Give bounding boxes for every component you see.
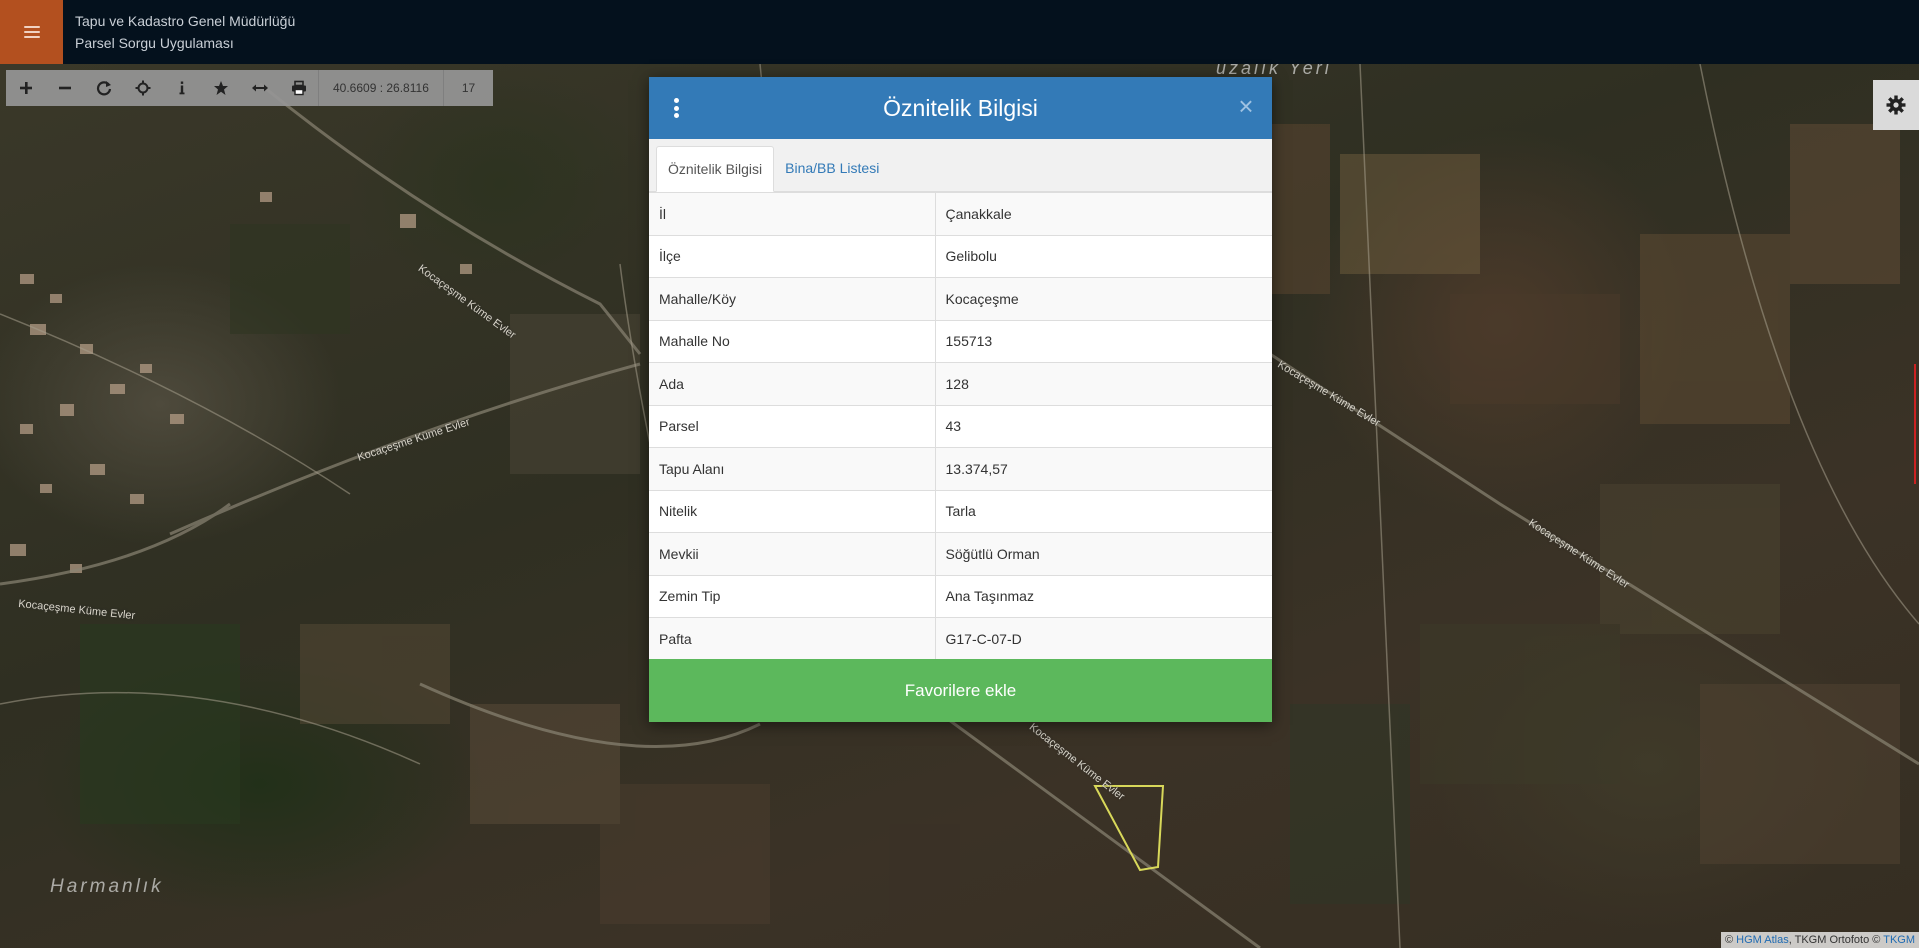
app-header: Tapu ve Kadastro Genel Müdürlüğü Parsel … [0, 0, 1919, 64]
attribute-value: Kocaçeşme [935, 277, 1272, 320]
table-row: İlçe Gelibolu [649, 234, 1272, 278]
plus-icon [19, 82, 32, 94]
hgm-atlas-link[interactable]: HGM Atlas [1736, 934, 1789, 946]
attribute-key: İl [649, 192, 936, 235]
tab-attributes[interactable]: Öznitelik Bilgisi [656, 146, 775, 192]
attribute-value: Ana Taşınmaz [935, 574, 1272, 618]
attribute-value: Gelibolu [935, 234, 1272, 278]
table-row: İl Çanakkale [649, 192, 1272, 235]
table-row: Mahalle/Köy Kocaçeşme [649, 277, 1272, 320]
place-label: Harmanlık [50, 876, 164, 897]
dialog-title: Öznitelik Bilgisi [883, 94, 1038, 121]
attribution-prefix: © [1724, 934, 1734, 946]
table-row: Zemin Tip Ana Taşınmaz [649, 574, 1272, 618]
info-icon [179, 81, 184, 95]
table-row: Nitelik Tarla [649, 489, 1272, 533]
table-row: Mahalle No 155713 [649, 319, 1272, 363]
hamburger-icon [23, 26, 40, 38]
attribute-key: Ada [649, 362, 936, 405]
crosshair-icon [135, 80, 150, 96]
attribute-value: 13.374,57 [935, 447, 1272, 490]
settings-button[interactable] [1873, 80, 1919, 130]
table-row: Pafta G17-C-07-D [649, 617, 1272, 660]
attribute-key: Pafta [649, 617, 936, 660]
star-icon [213, 81, 228, 95]
zoom-level-readout: 17 [442, 70, 493, 106]
refresh-button[interactable] [84, 70, 123, 106]
app-title-line1: Tapu ve Kadastro Genel Müdürlüğü [75, 13, 296, 29]
favorites-button[interactable] [201, 70, 240, 106]
more-options-icon[interactable] [673, 98, 679, 118]
dialog-header: Öznitelik Bilgisi × [649, 77, 1272, 139]
attribute-dialog: Öznitelik Bilgisi × Öznitelik Bilgisi Bi… [649, 77, 1272, 722]
table-row: Tapu Alanı 13.374,57 [649, 447, 1272, 490]
attribute-key: Mahalle No [649, 319, 936, 363]
attribute-key: İlçe [649, 234, 936, 278]
print-button[interactable] [279, 70, 318, 106]
attribute-value: Söğütlü Orman [935, 532, 1272, 575]
measure-icon [251, 84, 268, 92]
attribute-key: Zemin Tip [649, 574, 936, 618]
tkgm-link[interactable]: TKGM [1883, 934, 1915, 946]
attribute-key: Parsel [649, 404, 936, 448]
print-icon [291, 80, 306, 96]
measure-button[interactable] [240, 70, 279, 106]
minus-icon [58, 86, 71, 90]
attribute-key: Mevkii [649, 532, 936, 575]
coordinate-readout: 40.6609 : 26.8116 [318, 70, 443, 106]
attribute-key: Tapu Alanı [649, 447, 936, 490]
tab-building-list[interactable]: Bina/BB Listesi [774, 145, 890, 191]
map-attribution: © HGM Atlas, TKGM Ortofoto © TKGM [1720, 932, 1919, 948]
attribution-middle: , TKGM Ortofoto © [1788, 934, 1881, 946]
dialog-tabs: Öznitelik Bilgisi Bina/BB Listesi [649, 139, 1272, 192]
close-icon[interactable]: × [1235, 93, 1257, 119]
table-row: Mevkii Söğütlü Orman [649, 532, 1272, 575]
info-button[interactable] [162, 70, 201, 106]
map-toolbar: 40.6609 : 26.8116 17 [6, 70, 494, 106]
attribute-value: Çanakkale [935, 192, 1272, 235]
add-favorite-button[interactable]: Favorilere ekle [649, 659, 1272, 722]
refresh-icon [96, 81, 111, 96]
attribute-key: Mahalle/Köy [649, 277, 936, 320]
zoom-out-button[interactable] [45, 70, 84, 106]
table-row: Parsel 43 [649, 404, 1272, 448]
locate-button[interactable] [123, 70, 162, 106]
attribute-value: G17-C-07-D [935, 617, 1272, 660]
attribute-value: 128 [935, 362, 1272, 405]
attribute-value: 155713 [935, 319, 1272, 363]
attribute-table: İl Çanakkale İlçe Gelibolu Mahalle/Köy Kocaçe… [649, 192, 1272, 660]
attribute-key: Nitelik [649, 489, 936, 533]
attribute-value: 43 [935, 404, 1272, 448]
app-title: Tapu ve Kadastro Genel Müdürlüğü Parsel … [75, 10, 295, 54]
attribute-value: Tarla [935, 489, 1272, 533]
app-title-line2: Parsel Sorgu Uygulaması [75, 35, 234, 51]
zoom-in-button[interactable] [6, 70, 45, 106]
menu-button[interactable] [0, 0, 63, 64]
table-row: Ada 128 [649, 362, 1272, 405]
gear-icon [1886, 95, 1906, 115]
